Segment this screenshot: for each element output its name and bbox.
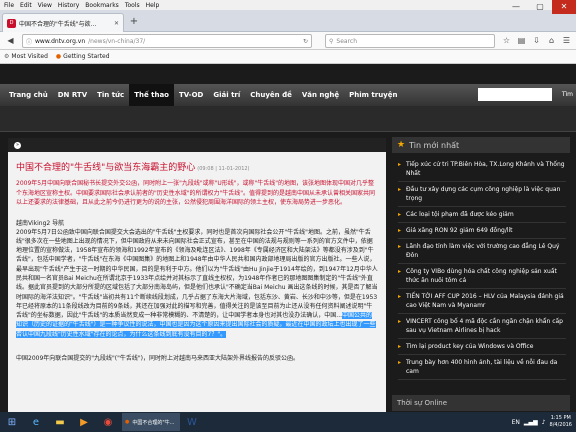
article-panel: » 中国不合理的"牛舌线"与欲当东海霸主的野心 (09:08 | 11-01-20… [8,138,386,412]
site-search-button[interactable]: Tìm [562,88,573,101]
nav-tvod[interactable]: TV-OD [174,84,208,106]
new-tab-button[interactable]: + [127,15,141,29]
download-icon[interactable]: ⇩ [531,35,542,46]
volume-icon[interactable]: ♪ [542,419,546,426]
article-header: » [8,138,386,152]
article-meta: (09:08 | 11-01-2012) [197,166,250,172]
tab-strip: D 中国不合理的"牛舌线"与欲… ✕ + [0,10,576,32]
search-box[interactable]: ⚲ Search [325,34,495,48]
url-host: www.dntv.org.vn [35,37,86,45]
taskbar-firefox-window[interactable]: ● 中国不合理的"牛... [122,413,180,431]
menu-file[interactable]: File [4,2,14,9]
url-bar[interactable]: ⓘ www.dntv.org.vn/news/vn-china/37/ ↻ [22,34,312,48]
taskbar: ⊞ e ▬ ▶ ◉ ● 中国不合理的"牛... W EN ▂▄▆ ♪ 1:15 … [0,412,576,432]
latest-news-sidebar: ★ Tin mới nhất Tiếp xúc cử tri TP.Biên H… [392,137,570,412]
close-tab-icon[interactable]: ✕ [114,20,119,27]
sub-bar [0,106,576,132]
clock[interactable]: 1:15 PM 8/4/2016 [550,415,572,429]
article-tail: 中国2009年向联合国提交的"九段线"("牛舌线")，同时附上对越南马来西亚大陆… [16,355,299,363]
article-bullet-icon: » [14,141,21,149]
nav-news[interactable]: Tin tức [92,84,129,106]
word-icon[interactable]: W [180,412,204,432]
firefox-icon: ● [125,419,130,425]
article-paragraph: 2009年5月7日公函致中国向联合国提交大会选出的"牛舌线"主权要求，同时也是首… [16,228,378,320]
folder-icon[interactable]: ▬ [48,412,72,432]
bookmarks-toolbar: ⚙ Most Visited ● Getting Started [0,50,576,64]
menu-icon[interactable]: ☰ [561,35,572,46]
browser-tab-title: 中国不合理的"牛舌线"与欲… [19,20,97,28]
article-byline: 越南Viking2 导航 [16,219,65,227]
close-window-icon[interactable]: ✕ [552,0,576,14]
media-icon[interactable]: ▶ [72,412,96,432]
back-button[interactable]: ◀ [4,34,17,47]
firefox-icon: ● [55,53,62,60]
news-item[interactable]: Giá xăng RON 92 giảm 649 đồng/lít [398,223,566,239]
news-item[interactable]: Công ty VIBo dùng hóa chất công nghiệp s… [398,264,566,289]
url-path: /news/vn-china/37/ [88,37,146,45]
language-indicator[interactable]: EN [512,419,520,426]
news-item[interactable]: Các loại tội phạm đã được kéo giảm [398,207,566,223]
nav-dnrtv[interactable]: DN RTV [53,84,92,106]
news-item[interactable]: VINCERT công bố 4 mã độc cần ngăn chặn k… [398,314,566,339]
windows-start-icon[interactable]: ⊞ [0,412,24,432]
menu-help[interactable]: Help [146,2,160,9]
nav-sports[interactable]: Thế thao [129,84,174,106]
search-placeholder: Search [336,37,358,45]
web-page: Trang chủ DN RTV Tin tức Thế thao TV-OD … [0,64,576,412]
news-item[interactable]: Lãnh đạo tỉnh làm việc với trường cao đẳ… [398,239,566,264]
star-icon: ★ [397,140,406,150]
browser-tab[interactable]: D 中国不合理的"牛舌线"与欲… ✕ [2,13,124,32]
online-news-heading[interactable]: Thời sự Online [392,395,570,411]
chrome-icon[interactable]: ◉ [96,412,120,432]
news-item[interactable]: Tiếp xúc cử tri TP.Biên Hòa, TX.Long Khá… [398,157,566,182]
menu-tools[interactable]: Tools [125,2,140,9]
window-controls: — ▢ ✕ [504,0,576,14]
site-search-input[interactable] [478,88,552,101]
menu-edit[interactable]: Edit [20,2,32,9]
reader-icon[interactable]: ▤ [516,35,527,46]
menu-history[interactable]: History [58,2,79,9]
star-bookmark-icon[interactable]: ☆ [501,35,512,46]
toolbar-icons: ☆ ▤ ⇩ ⌂ ☰ [501,35,572,46]
news-item[interactable]: Tìm lại product key của Windows và Offic… [398,339,566,355]
bookmark-getting-started[interactable]: ● Getting Started [56,53,110,60]
site-favicon-icon: D [7,18,16,28]
menu-bar: File Edit View History Bookmarks Tools H… [0,0,576,10]
article-title: 中国不合理的"牛舌线"与欲当东海霸主的野心 (09:08 | 11-01-2012… [16,163,250,173]
menu-bookmarks[interactable]: Bookmarks [85,2,119,9]
nav-entertainment[interactable]: Giải trí [208,84,245,106]
article-text: 2009年5月7日公函致中国向联合国提交大会选出的"牛舌线"主权要求，同时也是首… [16,228,378,340]
news-item[interactable]: Đầu tư xây dựng các cụm công nghiệp là v… [398,182,566,207]
gear-icon: ⚙ [4,53,10,60]
nav-arts[interactable]: Văn nghệ [297,84,344,106]
sidebar-heading: ★ Tin mới nhất [392,137,570,153]
info-icon[interactable]: ⓘ [26,37,32,46]
maximize-icon[interactable]: ▢ [528,0,552,14]
system-tray: EN ▂▄▆ ♪ 1:15 PM 8/4/2016 [512,415,576,429]
nav-home[interactable]: Trang chủ [4,84,53,106]
home-icon[interactable]: ⌂ [546,35,557,46]
menu-view[interactable]: View [38,2,52,9]
news-list: Tiếp xúc cử tri TP.Biên Hòa, TX.Long Khá… [392,153,570,380]
network-icon[interactable]: ▂▄▆ [524,419,538,426]
news-item[interactable]: Trung bày hơn 400 hình ảnh, tài liệu về … [398,355,566,380]
minimize-icon[interactable]: — [504,0,528,14]
reload-icon[interactable]: ↻ [303,38,308,45]
navigation-toolbar: ◀ ⓘ www.dntv.org.vn/news/vn-china/37/ ↻ … [0,32,576,50]
article-body: 中国不合理的"牛舌线"与欲当东海霸主的野心 (09:08 | 11-01-2012… [8,152,386,362]
news-item[interactable]: TIẾN TỚI AFF CUP 2016 – HLV của Malaysia… [398,289,566,314]
bookmark-most-visited[interactable]: ⚙ Most Visited [4,53,48,60]
site-nav: Trang chủ DN RTV Tin tức Thế thao TV-OD … [0,84,576,106]
ie-icon[interactable]: e [24,412,48,432]
search-icon: ⚲ [329,37,334,45]
nav-movies[interactable]: Phim truyện [344,84,402,106]
nav-features[interactable]: Chuyên đề [245,84,297,106]
article-lead: 2009年5月中国向联合国秘书长提交外交公函，同时附上一张"九段线"或称"U形线… [16,180,376,206]
